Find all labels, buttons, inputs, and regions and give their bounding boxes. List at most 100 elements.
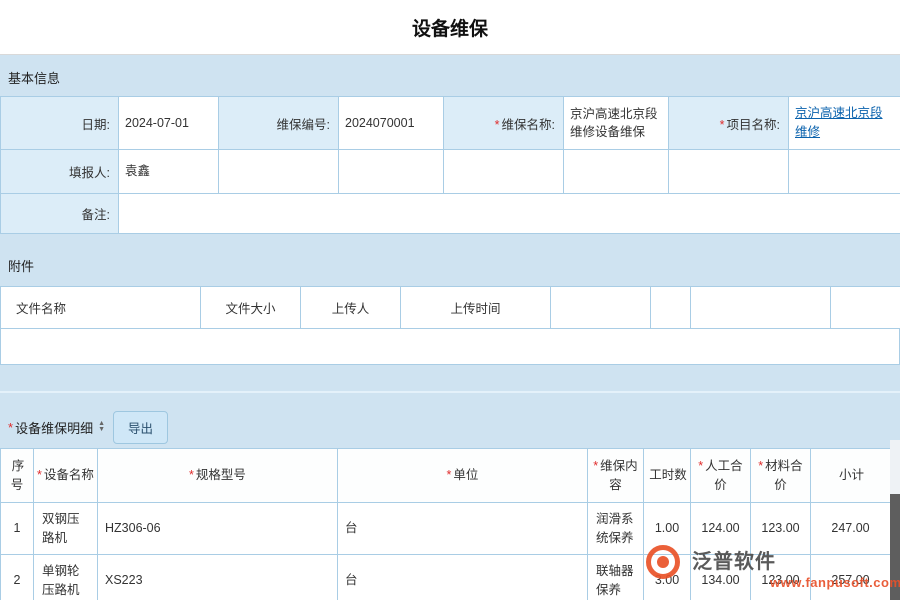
upload-time-header: 上传时间 — [401, 287, 551, 329]
maintenance-name-label: *维保名称: — [444, 97, 564, 150]
required-mark: * — [593, 459, 598, 473]
page-title: 设备维保 — [412, 14, 488, 41]
field-label: 填报人: — [69, 166, 110, 180]
basic-info-section-title: 基本信息 — [0, 55, 900, 96]
content-cell: 润滑系统保养 — [588, 503, 644, 555]
seq-cell: 1 — [1, 503, 34, 555]
empty-cell — [669, 150, 789, 194]
scrollbar-thumb[interactable] — [890, 494, 900, 600]
project-name-link[interactable]: 京沪高速北京段维修 — [795, 106, 883, 139]
file-name-header: 文件名称 — [1, 287, 201, 329]
basic-info-row-3: 备注: — [1, 194, 900, 234]
device-name-cell: 双钢压路机 — [34, 503, 98, 555]
attachment-header-empty-cell — [691, 287, 831, 329]
col-header-unit: *单位 — [338, 449, 588, 503]
attachment-header-empty-cell — [651, 287, 691, 329]
hours-cell: 3.00 — [644, 555, 691, 600]
empty-cell — [564, 150, 669, 194]
date-value: 2024-07-01 — [119, 97, 219, 150]
empty-cell — [789, 150, 900, 194]
title-bar: 设备维保 — [0, 0, 900, 55]
unit-cell: 台 — [338, 503, 588, 555]
unit-cell: 台 — [338, 555, 588, 600]
export-button[interactable]: 导出 — [113, 411, 168, 444]
date-label: 日期: — [1, 97, 119, 150]
details-table: 序号 *设备名称 *规格型号 *单位 *维保内容 工时数 *人工合价 *材料合价… — [0, 448, 891, 600]
field-label: 维保编号: — [277, 118, 330, 132]
col-header-model: *规格型号 — [98, 449, 338, 503]
empty-cell — [444, 150, 564, 194]
header-label: 单位 — [453, 468, 478, 482]
section-divider — [0, 391, 900, 393]
empty-cell — [219, 150, 339, 194]
field-label: 日期: — [82, 118, 110, 132]
required-mark: * — [698, 459, 703, 473]
basic-info-row-2: 填报人: 袁鑫 — [1, 150, 900, 194]
project-name-label: *项目名称: — [669, 97, 789, 150]
equipment-maintenance-page: 设备维保 基本信息 日期: 2024-07-01 维保编号: 202407000… — [0, 0, 900, 600]
field-label: 项目名称: — [727, 118, 780, 132]
table-row: 2 单钢轮压路机 XS223 台 联轴器保养 3.00 134.00 123.0… — [1, 555, 891, 600]
file-size-header: 文件大小 — [201, 287, 301, 329]
maintenance-code-value: 2024070001 — [339, 97, 444, 150]
basic-info-table: 日期: 2024-07-01 维保编号: 2024070001 *维保名称: 京… — [0, 96, 900, 234]
labor-total-cell: 124.00 — [691, 503, 751, 555]
col-header-hours: 工时数 — [644, 449, 691, 503]
attachments-header-row: 文件名称 文件大小 上传人 上传时间 — [1, 287, 900, 329]
seq-cell: 2 — [1, 555, 34, 600]
required-mark: * — [37, 468, 42, 482]
field-label: 维保名称: — [502, 118, 555, 132]
attachments-table: 文件名称 文件大小 上传人 上传时间 — [0, 286, 900, 329]
required-mark: * — [447, 468, 452, 482]
sort-toggle-icon[interactable]: ▲▼ — [98, 421, 105, 433]
reporter-value: 袁鑫 — [119, 150, 219, 194]
header-label: 序号 — [11, 459, 25, 492]
header-label: 人工合价 — [705, 459, 743, 492]
remark-value — [119, 194, 900, 234]
reporter-label: 填报人: — [1, 150, 119, 194]
model-cell: HZ306-06 — [98, 503, 338, 555]
details-section-header: * 设备维保明细 ▲▼ 导出 — [0, 406, 900, 448]
subtotal-cell: 247.00 — [811, 503, 891, 555]
basic-info-row-1: 日期: 2024-07-01 维保编号: 2024070001 *维保名称: 京… — [1, 97, 900, 150]
required-mark: * — [720, 118, 725, 132]
header-label: 规格型号 — [196, 468, 246, 482]
field-label: 备注: — [82, 208, 110, 222]
attachments-empty-body — [0, 329, 900, 365]
col-header-content: *维保内容 — [588, 449, 644, 503]
header-label: 设备名称 — [44, 468, 94, 482]
material-total-cell: 123.00 — [751, 555, 811, 600]
project-name-cell: 京沪高速北京段维修 — [789, 97, 900, 150]
remark-label: 备注: — [1, 194, 119, 234]
attachments-section-title: 附件 — [0, 234, 900, 286]
maintenance-name-value: 京沪高速北京段维修设备维保 — [564, 97, 669, 150]
header-label: 工时数 — [649, 468, 687, 482]
table-row: 1 双钢压路机 HZ306-06 台 润滑系统保养 1.00 124.00 12… — [1, 503, 891, 555]
labor-total-cell: 134.00 — [691, 555, 751, 600]
required-mark: * — [189, 468, 194, 482]
empty-cell — [339, 150, 444, 194]
model-cell: XS223 — [98, 555, 338, 600]
required-mark: * — [495, 118, 500, 132]
content-cell: 联轴器保养 — [588, 555, 644, 600]
details-header-row: 序号 *设备名称 *规格型号 *单位 *维保内容 工时数 *人工合价 *材料合价… — [1, 449, 891, 503]
material-total-cell: 123.00 — [751, 503, 811, 555]
col-header-device-name: *设备名称 — [34, 449, 98, 503]
col-header-material-total: *材料合价 — [751, 449, 811, 503]
attachment-header-empty-cell — [551, 287, 651, 329]
maintenance-code-label: 维保编号: — [219, 97, 339, 150]
uploader-header: 上传人 — [301, 287, 401, 329]
header-label: 维保内容 — [600, 459, 638, 492]
col-header-labor-total: *人工合价 — [691, 449, 751, 503]
required-mark: * — [758, 459, 763, 473]
attachment-header-empty-cell — [831, 287, 900, 329]
header-label: 小计 — [839, 468, 864, 482]
col-header-seq: 序号 — [1, 449, 34, 503]
hours-cell: 1.00 — [644, 503, 691, 555]
device-name-cell: 单钢轮压路机 — [34, 555, 98, 600]
details-section-title: 设备维保明细 — [15, 418, 93, 437]
subtotal-cell: 257.00 — [811, 555, 891, 600]
header-label: 材料合价 — [765, 459, 803, 492]
col-header-subtotal: 小计 — [811, 449, 891, 503]
details-required-mark: * — [8, 420, 13, 435]
